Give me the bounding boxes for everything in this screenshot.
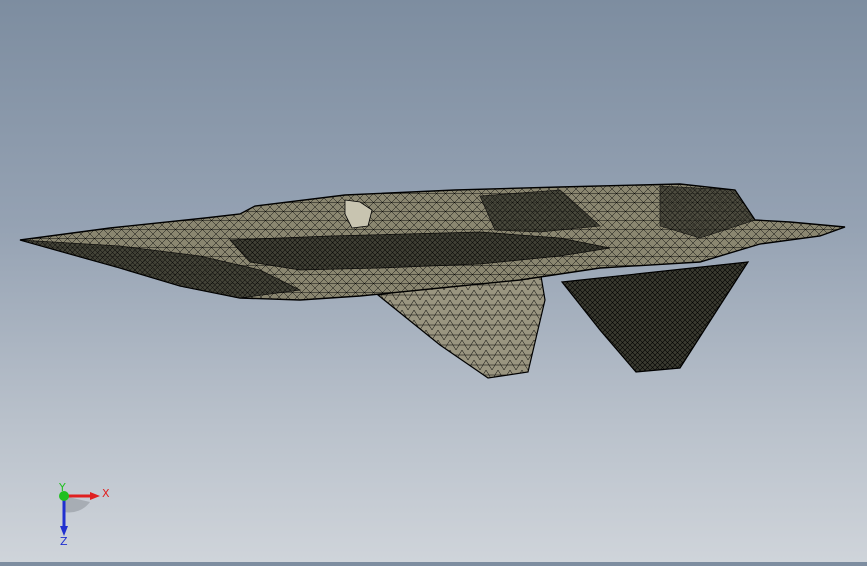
coordinate-triad: X Z Y <box>48 481 120 548</box>
rear-wing <box>560 261 750 373</box>
aircraft-model[interactable] <box>19 183 846 379</box>
z-axis-label: Z <box>60 535 68 548</box>
x-axis-label: X <box>102 487 110 500</box>
y-axis-label: Y <box>58 482 66 494</box>
x-axis-arrow <box>90 492 100 500</box>
graphics-viewport[interactable] <box>0 0 867 562</box>
model-canvas[interactable] <box>0 0 867 562</box>
